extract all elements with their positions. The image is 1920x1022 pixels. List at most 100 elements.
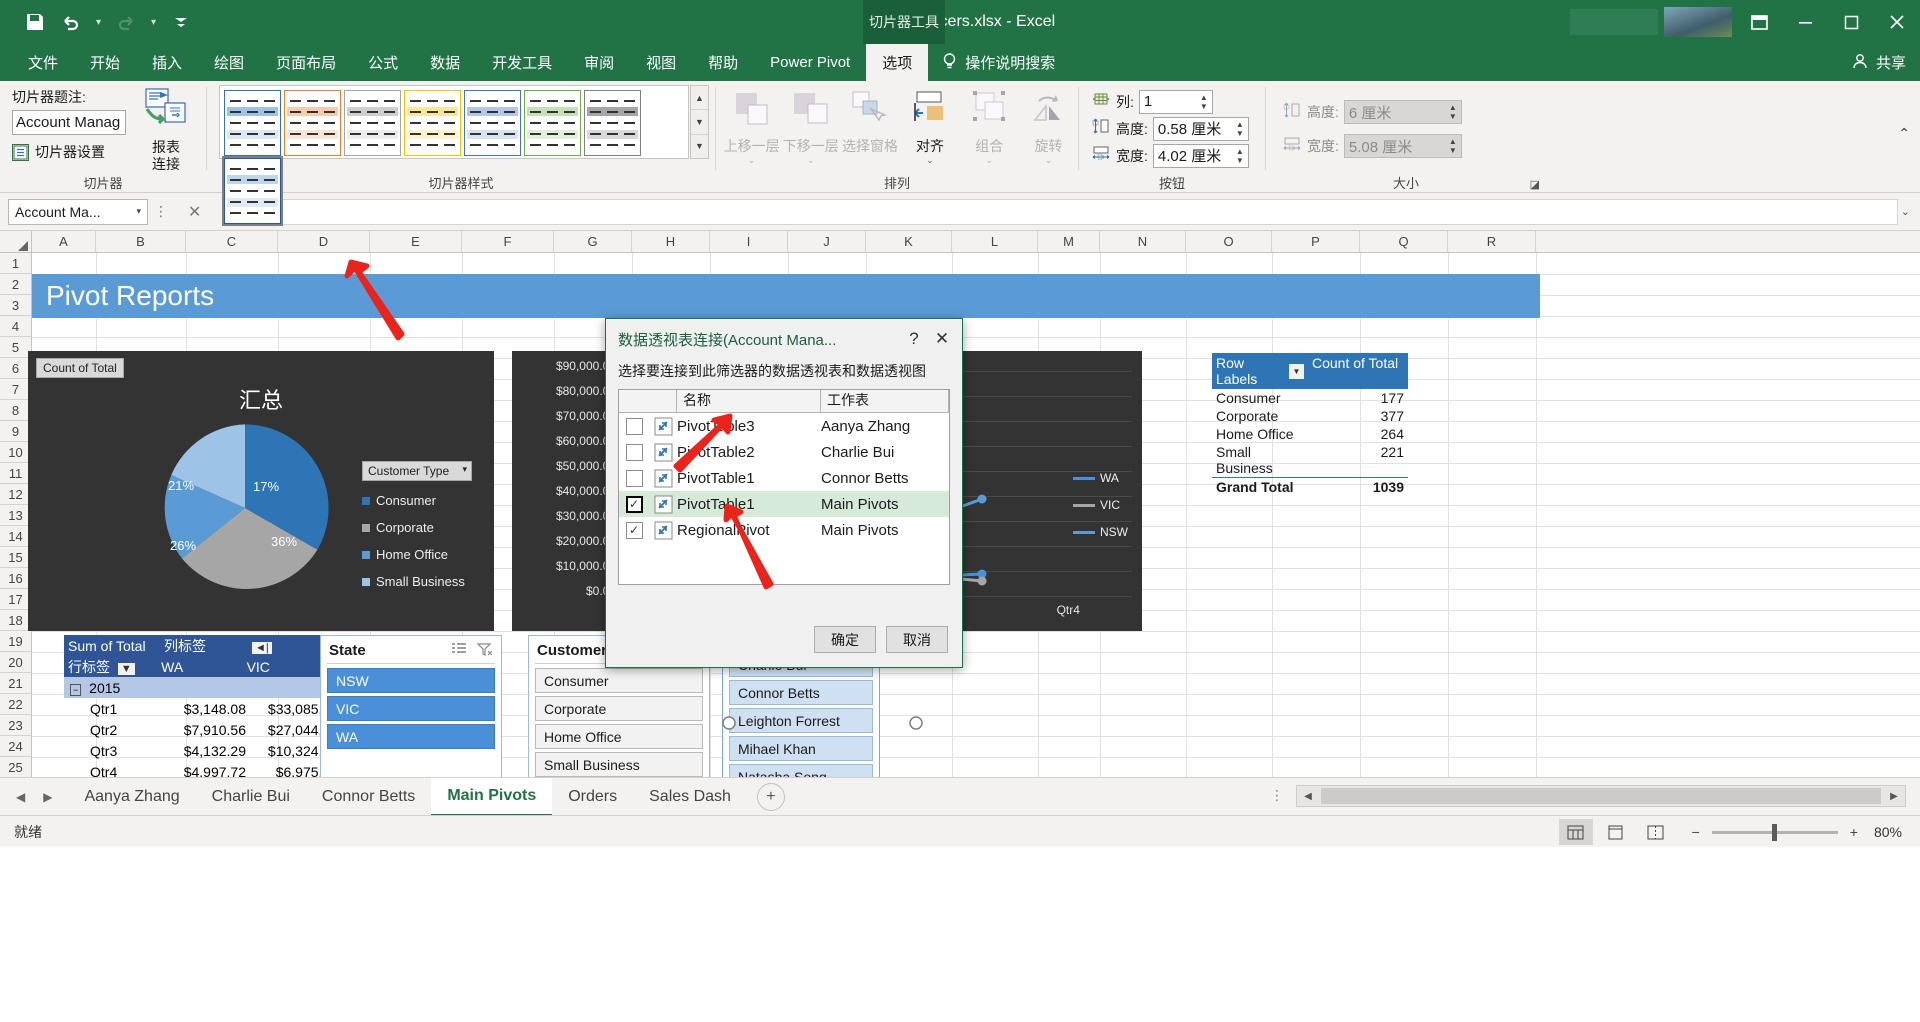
sheet-tab-main-pivots[interactable]: Main Pivots [431,777,553,816]
pie-chart-badge[interactable]: Count of Total [36,358,124,378]
zoom-slider[interactable] [1711,823,1838,841]
style-swatch[interactable] [403,90,461,156]
list-col-worksheet[interactable]: 工作表 [821,390,949,413]
slicer-item-corporate[interactable]: Corporate [535,696,703,721]
row-header[interactable]: 19 [0,631,31,652]
align-button[interactable]: 对齐 ⌄ [900,85,959,165]
report-connections-button[interactable]: 报表 连接 [127,85,205,173]
column-header-Q[interactable]: Q [1360,231,1448,252]
filter-dropdown-icon[interactable]: ▼ [1289,363,1304,379]
tell-me-search[interactable]: 操作说明搜索 [928,44,1069,81]
row-checkbox-wrapper[interactable]: ✓ [619,495,649,513]
stepper-arrows-icon[interactable]: ▲ ▼ [1196,91,1212,113]
collapse-icon[interactable]: − [70,683,82,696]
ribbon-tab-insert[interactable]: 插入 [136,44,198,81]
restore-icon[interactable] [1828,0,1874,44]
slicer-style-gallery[interactable] [219,85,689,226]
row-header[interactable]: 5 [0,337,31,358]
ribbon-tab-help[interactable]: 帮助 [692,44,754,81]
ribbon-tab-page-layout[interactable]: 页面布局 [260,44,352,81]
style-swatch[interactable] [343,90,401,156]
add-sheet-icon[interactable]: + [756,782,785,811]
list-item-selected[interactable]: ✓ PivotTable1 Main Pivots [619,491,949,517]
rotate-button[interactable]: 旋转 ⌄ [1019,85,1078,165]
slicer-item-mihael-khan[interactable]: Mihael Khan [729,736,873,761]
size-dialog-launcher-icon[interactable]: ◪ [1530,178,1540,191]
gallery-scroll-up-icon[interactable]: ▲ [691,86,708,111]
column-header-C[interactable]: C [186,231,278,252]
pivot-col-count-of-total[interactable]: Count of Total [1308,353,1408,389]
column-header-G[interactable]: G [554,231,632,252]
button-width-stepper[interactable]: 4.02 厘米 ▲ ▼ [1152,143,1249,168]
slicer-item-small-business[interactable]: Small Business [535,752,703,777]
bring-forward-button[interactable]: 上移一层 ⌄ [722,85,781,165]
table-row[interactable]: Corporate 377 [1212,407,1408,425]
redo-icon[interactable] [109,6,143,38]
zoom-slider-thumb[interactable] [1771,823,1777,841]
minimize-icon[interactable] [1782,0,1828,44]
row-header[interactable]: 9 [0,421,31,442]
scroll-left-icon[interactable]: ◀ [1297,791,1319,802]
row-header[interactable]: 15 [0,547,31,568]
checkbox-unchecked-icon[interactable] [625,417,643,435]
table-row[interactable]: Home Office 264 [1212,425,1408,443]
group-button[interactable]: 组合 ⌄ [960,85,1019,165]
ribbon-tab-options[interactable]: 选项 [866,44,929,81]
row-header[interactable]: 7 [0,379,31,400]
stepper-arrows-icon[interactable]: ▲ ▼ [1445,101,1461,123]
column-header-F[interactable]: F [462,231,554,252]
ribbon-tab-file[interactable]: 文件 [12,44,74,81]
slicer-item-wa[interactable]: WA [327,724,495,749]
pivottable-connections-dialog[interactable]: 数据透视表连接(Account Mana... ? ✕ 选择要连接到此筛选器的数… [605,318,963,668]
close-icon[interactable]: ✕ [928,325,956,353]
column-header-A[interactable]: A [32,231,96,252]
slicer-item-consumer[interactable]: Consumer [535,668,703,693]
checkbox-checked-icon[interactable]: ✓ [625,521,643,539]
row-header[interactable]: 25 [0,757,31,777]
table-row[interactable]: Consumer 177 [1212,389,1408,407]
table-row[interactable]: Qtr3 $4,132.29 $10,324.06 [64,740,346,761]
row-header[interactable]: 12 [0,484,31,505]
sheet-tab-aanya-zhang[interactable]: Aanya Zhang [68,778,195,816]
slicer-item-leighton-forrest[interactable]: Leighton Forrest [729,708,873,733]
ribbon-display-options-icon[interactable] [1736,0,1782,44]
sheet-tab-charlie-bui[interactable]: Charlie Bui [196,778,306,816]
gallery-scroll-down-icon[interactable]: ▼ [691,110,708,135]
slicer-settings-button[interactable]: 切片器设置 [12,142,126,162]
collapse-ribbon-icon[interactable]: ⌃ [1898,125,1910,142]
scroll-thumb[interactable] [1321,788,1881,804]
size-width-stepper[interactable]: 5.08 厘米 ▲ ▼ [1343,134,1462,158]
row-header[interactable]: 21 [0,673,31,694]
table-row[interactable]: Qtr1 $3,148.08 $33,085.34 [64,698,346,719]
clear-filter-icon[interactable] [476,642,493,659]
row-header[interactable]: 16 [0,568,31,589]
checkbox-checked-icon[interactable]: ✓ [625,495,643,513]
avatar[interactable] [1664,7,1732,37]
size-height-stepper[interactable]: 6 厘米 ▲ ▼ [1343,100,1462,124]
list-item[interactable]: PivotTable1 Connor Betts [619,465,949,491]
style-swatch[interactable] [223,90,281,156]
row-header[interactable]: 22 [0,694,31,715]
save-icon[interactable] [18,6,52,38]
cancel-icon[interactable]: ✕ [188,202,201,222]
row-header[interactable]: 11 [0,463,31,484]
sheet-tab-orders[interactable]: Orders [552,778,633,816]
column-header-K[interactable]: K [866,231,952,252]
column-header-R[interactable]: R [1448,231,1536,252]
ribbon-tab-draw[interactable]: 绘图 [198,44,260,81]
slicer-item-vic[interactable]: VIC [327,696,495,721]
formula-input[interactable] [280,198,1898,225]
zoom-in-icon[interactable]: + [1850,824,1858,840]
column-header-D[interactable]: D [278,231,370,252]
pivot-year-label[interactable]: − 2015 [64,680,160,696]
customize-qat-icon[interactable] [164,6,198,38]
row-header[interactable]: 4 [0,316,31,337]
pivottable-list[interactable]: 名称 工作表 PivotTable3 Aanya Zhang PivotTabl… [618,389,950,585]
ribbon-tab-power-pivot[interactable]: Power Pivot [754,44,866,81]
page-break-preview-icon[interactable] [1639,819,1673,845]
ribbon-tab-formulas[interactable]: 公式 [352,44,414,81]
row-header[interactable]: 24 [0,736,31,757]
chevron-down-icon[interactable]: ▾ [136,206,141,217]
row-header[interactable]: 6 [0,358,31,379]
row-checkbox-wrapper[interactable] [619,469,649,487]
